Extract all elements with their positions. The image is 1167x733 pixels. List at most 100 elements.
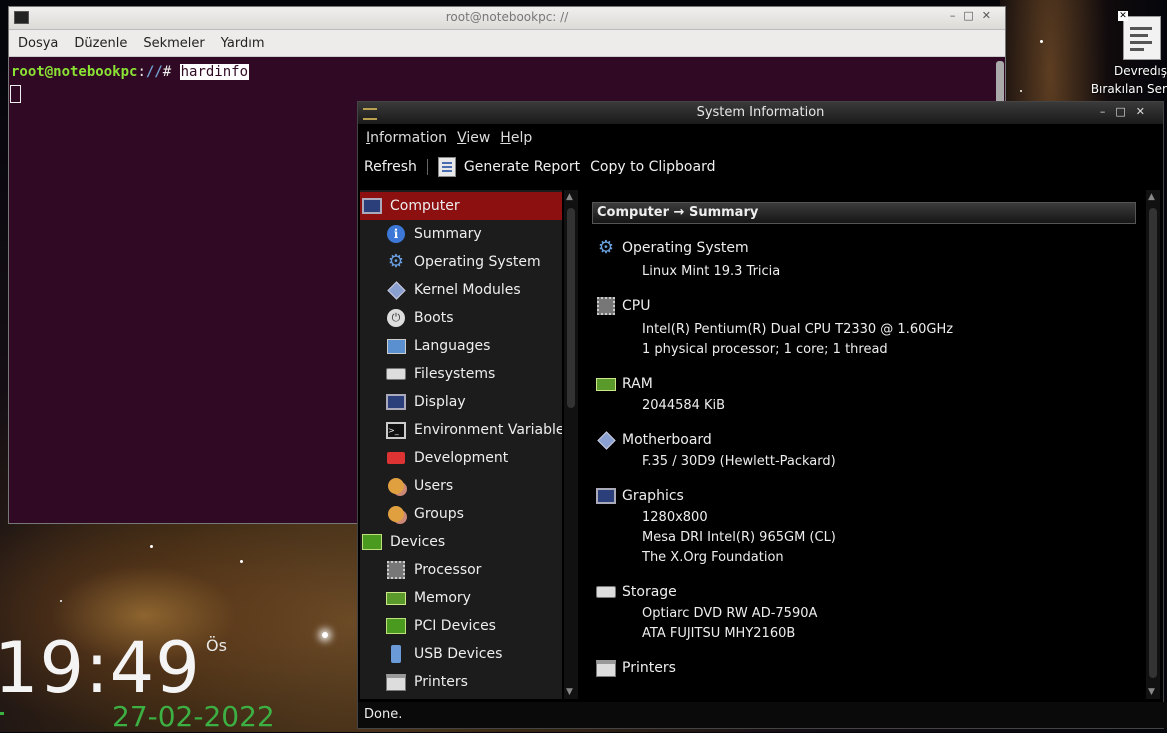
sidebar-item-label: Display bbox=[414, 394, 466, 410]
monitor-icon bbox=[386, 393, 406, 411]
sidebar-item-languages[interactable]: Languages bbox=[360, 332, 562, 360]
prompt-line: root@notebookpc://# hardinfo bbox=[11, 64, 250, 80]
sidebar-item-label: Boots bbox=[414, 310, 454, 326]
gear-icon: ⚙ bbox=[387, 251, 405, 272]
sidebar-item-groups[interactable]: Groups bbox=[360, 500, 562, 528]
prompt-user: root@notebookpc bbox=[11, 64, 138, 80]
sidebar-item-boots[interactable]: ⏻ Boots bbox=[360, 304, 562, 332]
chip-icon bbox=[596, 296, 616, 316]
sidebar-item-users[interactable]: Users bbox=[360, 472, 562, 500]
system-information-window[interactable]: System Information –□✕ Information View … bbox=[357, 101, 1167, 729]
section-operating-system: ⚙ Operating System bbox=[596, 238, 749, 258]
graphics-renderer: Mesa DRI Intel(R) 965GM (CL) bbox=[642, 530, 836, 545]
menu-information[interactable]: Information bbox=[366, 130, 447, 146]
sidebar-item-label: Operating System bbox=[414, 254, 541, 270]
sidebar-item-devices[interactable]: Devices bbox=[360, 528, 562, 556]
scrollbar-thumb[interactable] bbox=[1149, 208, 1157, 678]
graphics-resolution: 1280x800 bbox=[642, 510, 708, 525]
sidebar-item-label: Computer bbox=[390, 198, 460, 214]
storage-device: ATA FUJITSU MHY2160B bbox=[642, 626, 796, 641]
window-controls: –□✕ bbox=[950, 9, 999, 22]
menu-view[interactable]: View bbox=[457, 130, 490, 146]
menu-duzenle[interactable]: Düzenle bbox=[74, 36, 127, 51]
section-title: Motherboard bbox=[622, 432, 712, 448]
scroll-down-icon[interactable]: ▼ bbox=[566, 687, 573, 697]
main-scrollbar[interactable]: ▲ ▼ bbox=[1146, 190, 1160, 699]
menu-dosya[interactable]: Dosya bbox=[18, 36, 58, 51]
close-icon[interactable]: ✕ bbox=[982, 9, 999, 22]
section-title: CPU bbox=[622, 298, 651, 314]
scrollbar-thumb[interactable] bbox=[567, 208, 575, 408]
module-icon bbox=[596, 430, 616, 450]
command-text: hardinfo bbox=[179, 64, 250, 80]
menu-sekmeler[interactable]: Sekmeler bbox=[143, 36, 204, 51]
section-graphics: Graphics bbox=[596, 486, 684, 506]
generate-report-button[interactable]: Generate Report bbox=[464, 159, 580, 175]
cpu-model: Intel(R) Pentium(R) Dual CPU T2330 @ 1.6… bbox=[642, 322, 954, 337]
text-cursor bbox=[10, 85, 21, 103]
maximize-icon[interactable]: □ bbox=[1115, 105, 1135, 118]
section-title: Printers bbox=[622, 660, 676, 676]
sidebar-item-summary[interactable]: i Summary bbox=[360, 220, 562, 248]
close-badge-icon: ✕ bbox=[1118, 11, 1128, 21]
sidebar-item-environment-variables[interactable]: >_ Environment Variables bbox=[360, 416, 562, 444]
sidebar-item-kernel-modules[interactable]: Kernel Modules bbox=[360, 276, 562, 304]
disk-icon bbox=[596, 582, 616, 602]
sidebar-item-filesystems[interactable]: Filesystems bbox=[360, 360, 562, 388]
refresh-button[interactable]: Refresh bbox=[364, 159, 417, 175]
sidebar-item-label: Devices bbox=[390, 534, 446, 550]
desktop-icon-document[interactable]: ✕ Devredış Bırakılan Ser bbox=[1091, 10, 1167, 100]
sidebar-item-processor[interactable]: Processor bbox=[360, 556, 562, 584]
sidebar-item-label: Kernel Modules bbox=[414, 282, 521, 298]
sidebar-item-display[interactable]: Display bbox=[360, 388, 562, 416]
section-title: Graphics bbox=[622, 488, 684, 504]
sidebar-item-memory[interactable]: Memory bbox=[360, 584, 562, 612]
hardinfo-titlebar[interactable]: System Information –□✕ bbox=[358, 102, 1163, 124]
prompt-path: // bbox=[145, 64, 163, 80]
section-ram: RAM bbox=[596, 374, 653, 394]
sidebar-item-usb-devices[interactable]: USB Devices bbox=[360, 640, 562, 668]
os-value: Linux Mint 19.3 Tricia bbox=[642, 264, 781, 279]
status-bar: Done. bbox=[358, 702, 1167, 728]
copy-to-clipboard-button[interactable]: Copy to Clipboard bbox=[590, 159, 715, 175]
sidebar-item-development[interactable]: Development bbox=[360, 444, 562, 472]
storage-device: Optiarc DVD RW AD-7590A bbox=[642, 606, 818, 621]
scroll-up-icon[interactable]: ▲ bbox=[1148, 192, 1155, 202]
sidebar-item-label: USB Devices bbox=[414, 646, 503, 662]
section-title: Operating System bbox=[622, 240, 749, 256]
prompt-separator: : bbox=[137, 64, 146, 80]
board-icon bbox=[362, 533, 382, 551]
breadcrumb: Computer → Summary bbox=[592, 202, 1136, 224]
sidebar-item-label: Users bbox=[414, 478, 454, 494]
wallpaper-star bbox=[1020, 90, 1022, 92]
scroll-up-icon[interactable]: ▲ bbox=[566, 192, 573, 202]
clock-ampm: Ös bbox=[206, 636, 227, 655]
terminal-titlebar[interactable]: root@notebookpc: // –□✕ bbox=[9, 7, 1005, 30]
minimize-icon[interactable]: – bbox=[950, 9, 964, 22]
sidebar-item-computer[interactable]: Computer bbox=[360, 192, 562, 220]
sidebar-item-printers[interactable]: Printers bbox=[360, 668, 562, 696]
ram-value: 2044584 KiB bbox=[642, 398, 726, 413]
menu-yardim[interactable]: Yardım bbox=[221, 36, 265, 51]
menu-help[interactable]: Help bbox=[500, 130, 532, 146]
sidebar-tree[interactable]: Computer i Summary ⚙ Operating System Kern… bbox=[360, 190, 562, 699]
sidebar-scrollbar[interactable]: ▲ ▼ bbox=[564, 190, 578, 699]
terminal-title: root@notebookpc: // bbox=[445, 10, 569, 24]
graphics-vendor: The X.Org Foundation bbox=[642, 550, 784, 565]
window-title: System Information bbox=[696, 105, 825, 120]
section-motherboard: Motherboard bbox=[596, 430, 712, 450]
wallpaper-star bbox=[150, 545, 153, 548]
sidebar-item-operating-system[interactable]: ⚙ Operating System bbox=[360, 248, 562, 276]
section-cpu: CPU bbox=[596, 296, 650, 316]
minimize-icon[interactable]: – bbox=[1100, 105, 1116, 118]
terminal-menubar: Dosya Düzenle Sekmeler Yardım bbox=[9, 30, 1005, 57]
hardinfo-menubar: Information View Help bbox=[358, 124, 1163, 152]
clock-time: 19:49 bbox=[0, 627, 201, 709]
maximize-icon[interactable]: □ bbox=[963, 9, 981, 22]
summary-pane: Computer → Summary ⚙ Operating System Lin… bbox=[590, 190, 1145, 699]
scroll-down-icon[interactable]: ▼ bbox=[1148, 687, 1155, 697]
toolbar-separator bbox=[426, 159, 428, 175]
desktop-icon-label: Bırakılan Ser bbox=[1090, 82, 1167, 96]
sidebar-item-pci-devices[interactable]: PCI Devices bbox=[360, 612, 562, 640]
close-icon[interactable]: ✕ bbox=[1136, 105, 1155, 118]
